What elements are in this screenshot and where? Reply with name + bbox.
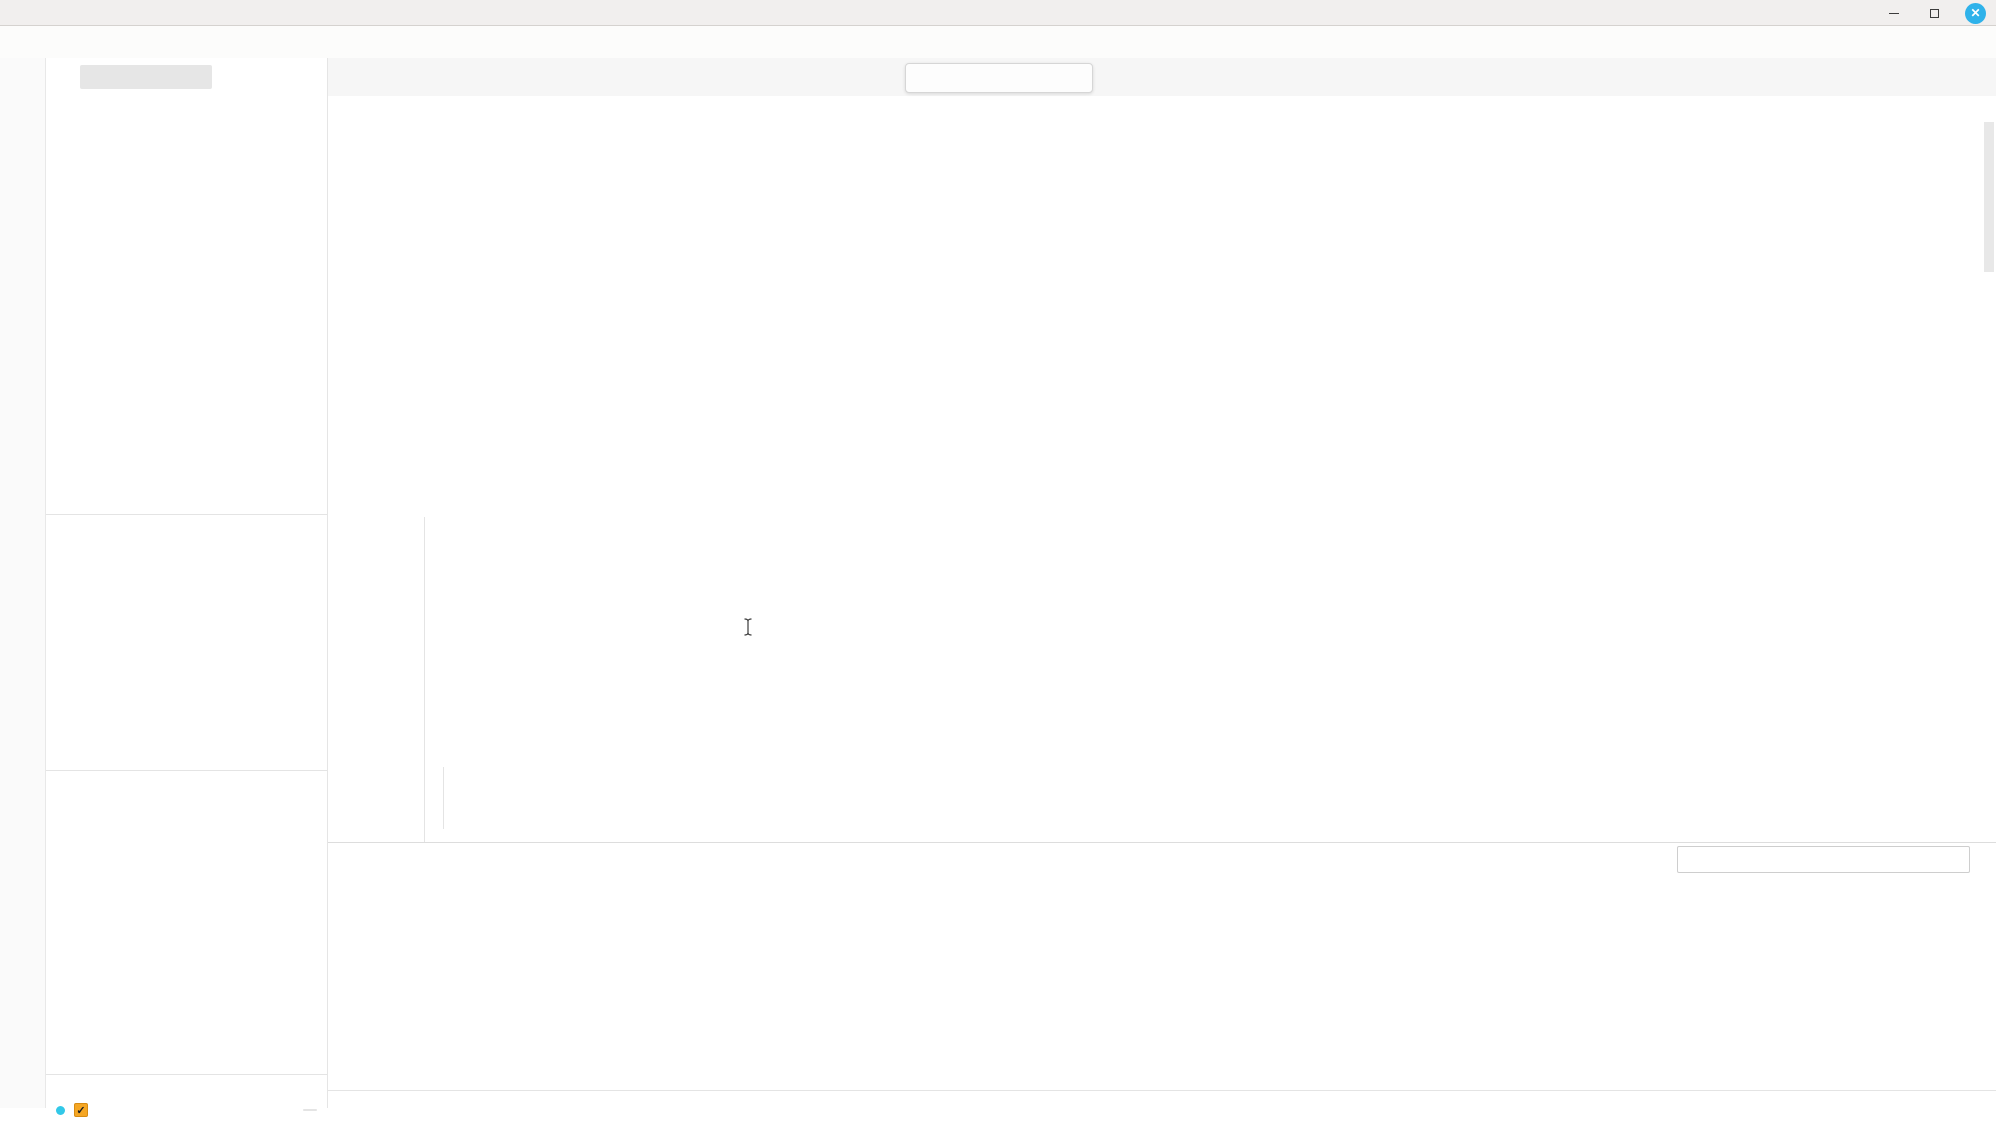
indent-guide xyxy=(424,517,425,842)
minimap[interactable] xyxy=(1888,122,1982,842)
mouse-cursor xyxy=(742,617,754,641)
indent-guide xyxy=(443,767,444,829)
debug-sidebar: ✓ xyxy=(46,58,328,1108)
minimize-button[interactable] xyxy=(1885,4,1903,22)
main-area: ✓ xyxy=(0,58,1996,1108)
status-bar xyxy=(0,1108,1996,1136)
panel-tabs xyxy=(328,843,1996,877)
breadcrumb xyxy=(328,96,1996,122)
editor-scrollbar[interactable] xyxy=(1982,122,1996,842)
code-editor[interactable] xyxy=(328,122,1996,842)
close-button[interactable]: ✕ xyxy=(1965,3,1986,24)
maximize-button[interactable] xyxy=(1925,4,1943,22)
window-controls: ✕ xyxy=(1885,0,1986,26)
call-stack-section-header[interactable] xyxy=(46,770,327,794)
title-bar: ✕ xyxy=(0,0,1996,26)
watch-section-header[interactable] xyxy=(46,514,327,538)
activity-bar xyxy=(0,58,46,1108)
debug-configuration-dropdown[interactable] xyxy=(80,65,212,89)
breakpoints-section-header[interactable] xyxy=(46,1074,327,1098)
debug-toolbar xyxy=(905,63,1093,93)
call-stack-frame[interactable] xyxy=(46,796,327,818)
console-filter-input[interactable] xyxy=(1677,846,1970,873)
console-input-row[interactable] xyxy=(328,1090,1996,1108)
editor-tabs xyxy=(328,58,1996,96)
run-toolbar xyxy=(46,62,327,92)
menu-bar xyxy=(0,26,1996,58)
bottom-panel xyxy=(328,842,1996,1108)
variables-section-header[interactable] xyxy=(46,94,327,118)
debug-console-output[interactable] xyxy=(328,877,1996,1090)
editor-group xyxy=(328,58,1996,1108)
scope-locals-row[interactable] xyxy=(46,120,327,144)
